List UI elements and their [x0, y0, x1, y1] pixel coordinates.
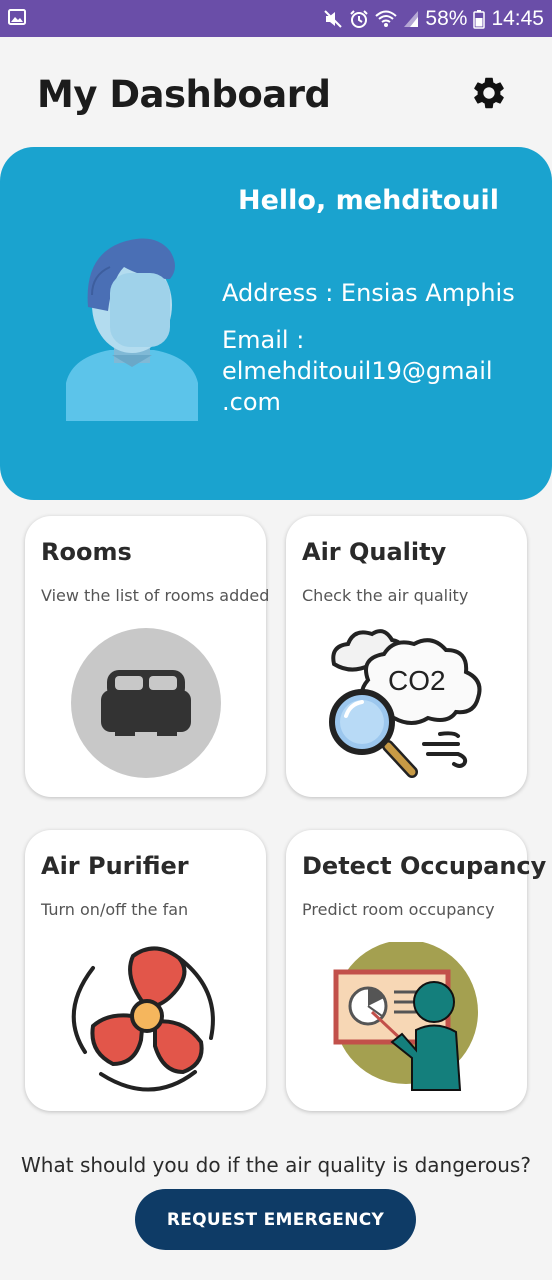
card-title: Rooms	[41, 538, 132, 566]
battery-percent: 58%	[425, 6, 468, 30]
page-title: My Dashboard	[37, 73, 331, 116]
gear-icon[interactable]	[470, 74, 508, 112]
battery-icon	[473, 9, 486, 29]
email-value-line2: .com	[222, 388, 281, 416]
presentation-icon	[333, 942, 478, 1091]
card-title: Air Purifier	[41, 852, 189, 880]
email-value-line1: elmehditouil19@gmail	[222, 357, 493, 385]
signal-icon	[404, 10, 419, 27]
air-purifier-card[interactable]: Air Purifier Turn on/off the fan	[25, 830, 266, 1111]
air-quality-card[interactable]: Air Quality Check the air quality CO2	[286, 516, 527, 797]
status-bar: 58% 14:45	[0, 0, 552, 37]
greeting: Hello, mehditouil	[238, 185, 500, 216]
co2-cloud-icon: CO2	[329, 629, 482, 778]
card-title: Air Quality	[302, 538, 447, 566]
clock: 14:45	[491, 6, 544, 30]
card-subtitle: Predict room occupancy	[302, 900, 495, 919]
detect-occupancy-card[interactable]: Detect Occupancy Predict room occupancy	[286, 830, 546, 1111]
alarm-icon	[350, 9, 369, 28]
wifi-icon	[375, 10, 398, 27]
address-text: Address : Ensias Amphis	[222, 279, 515, 307]
safety-question: What should you do if the air quality is…	[21, 1153, 531, 1177]
request-emergency-button[interactable]: REQUEST EMERGENCY	[135, 1189, 416, 1250]
profile-card: Hello, mehditouil Address : Ensias Amphi…	[0, 147, 552, 500]
card-title: Detect Occupancy	[302, 852, 547, 880]
card-subtitle: Check the air quality	[302, 586, 469, 605]
mute-icon	[324, 9, 343, 28]
avatar	[66, 238, 198, 421]
card-subtitle: View the list of rooms added	[41, 586, 270, 605]
image-icon	[8, 9, 26, 25]
bed-icon	[71, 628, 221, 778]
rooms-card[interactable]: Rooms View the list of rooms added	[25, 516, 270, 797]
co2-label: CO2	[388, 665, 446, 696]
email-label: Email :	[222, 326, 305, 354]
fan-icon	[71, 946, 215, 1092]
header: My Dashboard	[0, 37, 552, 147]
card-subtitle: Turn on/off the fan	[41, 900, 189, 919]
